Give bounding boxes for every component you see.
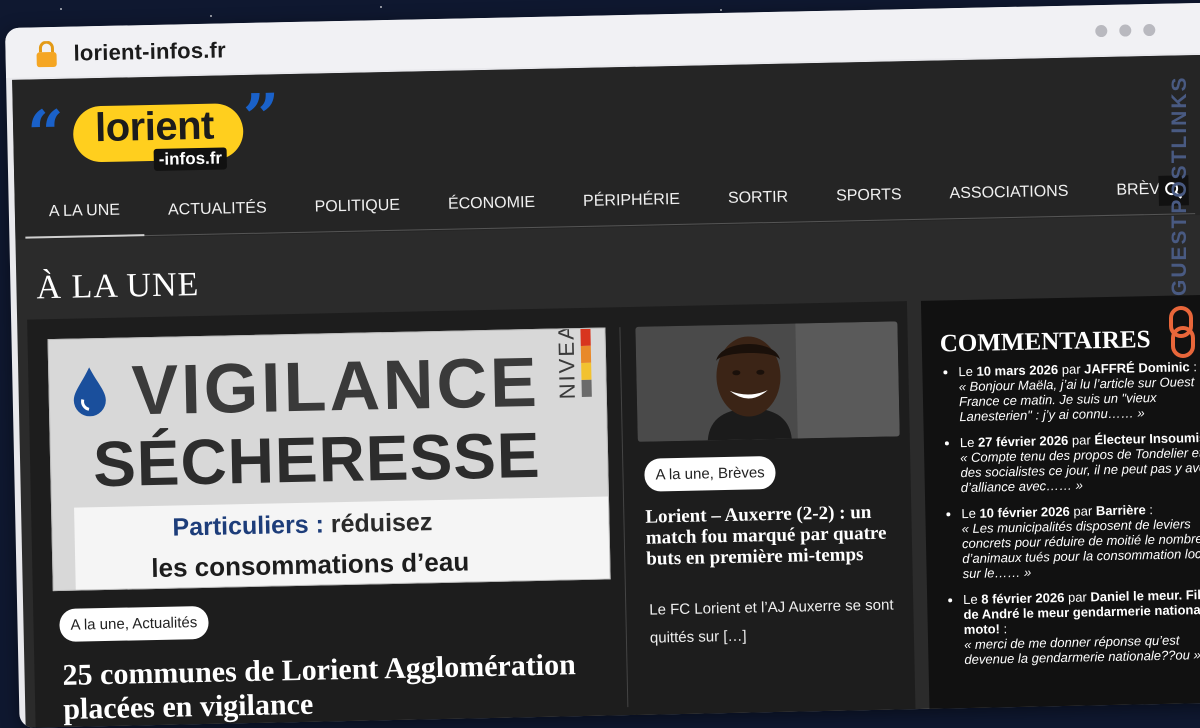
- site-header: “ lorient ” -infos.fr A LA UNE ACTUALITÉ…: [12, 54, 1200, 240]
- section-title: À LA UNE: [36, 265, 200, 307]
- nav-item-peripherie[interactable]: PÉRIPHÉRIE: [559, 175, 705, 226]
- site-logo[interactable]: “ lorient ” -infos.fr: [24, 80, 296, 173]
- image-text-particuliers: Particuliers : réduisez: [172, 508, 432, 542]
- level-yellow: [581, 362, 592, 381]
- level-color-scale: [580, 328, 592, 399]
- nav-item-economie[interactable]: ÉCONOMIE: [424, 178, 560, 229]
- window-dot[interactable]: [1143, 23, 1156, 37]
- window-controls: [1095, 23, 1156, 38]
- comment-by: par: [1061, 361, 1081, 377]
- comment-suffix: :: [1003, 621, 1008, 637]
- featured-article-image[interactable]: VIGILANCE SÉCHERESSE NIVEAU 1 Particulie…: [47, 327, 611, 592]
- comment-by: par: [1073, 503, 1093, 519]
- browser-window: lorient-infos.fr “ lorient ” -infos.fr A…: [5, 2, 1200, 728]
- comment-prefix: Le: [959, 434, 975, 451]
- nav-item-associations[interactable]: ASSOCIATIONS: [925, 167, 1093, 218]
- level-red: [580, 328, 591, 347]
- logo-close-quote: ”: [242, 80, 281, 157]
- nav-item-sortir[interactable]: SORTIR: [703, 173, 812, 223]
- featured-article-tag[interactable]: A la une, Actualités: [59, 605, 209, 642]
- comment-by: par: [1071, 432, 1091, 448]
- comment-excerpt[interactable]: « Compte tenu des propos de Tondelier et…: [960, 445, 1200, 495]
- window-dot[interactable]: [1119, 24, 1132, 37]
- side-article-excerpt: Le FC Lorient et l’AJ Auxerre se sont qu…: [649, 596, 894, 647]
- star: [380, 6, 382, 8]
- comment-prefix: Le: [958, 363, 974, 380]
- player-portrait: [635, 321, 900, 442]
- comment-excerpt[interactable]: « merci de me donner réponse qu’est deve…: [964, 632, 1200, 668]
- logo-sub-text: -infos.fr: [153, 147, 228, 171]
- comment-date[interactable]: 10 mars 2026: [976, 362, 1058, 379]
- star: [60, 8, 62, 10]
- image-text-secheresse: SÉCHERESSE: [92, 418, 542, 501]
- image-text-reduisez: réduisez: [330, 508, 433, 539]
- comment-item: Le 10 mars 2026 par JAFFRÉ Dominic : « B…: [958, 359, 1200, 424]
- comment-by: par: [1067, 589, 1087, 605]
- comment-date[interactable]: 8 février 2026: [981, 590, 1064, 607]
- comment-excerpt[interactable]: « Bonjour Maëla, j’ai lu l’article sur O…: [959, 374, 1200, 424]
- logo-main-text: lorient: [94, 103, 215, 151]
- water-drop-icon: [73, 367, 106, 417]
- side-article-image[interactable]: [635, 321, 900, 442]
- comment-author[interactable]: Barrière: [1096, 502, 1146, 518]
- web-page: “ lorient ” -infos.fr A LA UNE ACTUALITÉ…: [12, 54, 1200, 728]
- star: [210, 15, 212, 17]
- featured-articles: VIGILANCE SÉCHERESSE NIVEAU 1 Particulie…: [27, 301, 916, 728]
- image-text-vigilance: VIGILANCE: [130, 342, 541, 430]
- level-grey: [581, 379, 592, 398]
- comments-title: COMMENTAIRES: [939, 326, 1151, 358]
- comment-suffix: :: [1149, 502, 1154, 518]
- comment-list: Le 10 mars 2026 par JAFFRÉ Dominic : « B…: [944, 359, 1200, 679]
- comments-widget: COMMENTAIRES Le 10 mars 2026 par JAFFRÉ …: [920, 294, 1200, 721]
- guestpostlinks-watermark: GUESTPOSTLINKS: [1168, 60, 1198, 400]
- window-dot[interactable]: [1095, 24, 1108, 38]
- image-text-consommations: les consommations d’eau: [151, 546, 470, 584]
- star: [720, 9, 722, 11]
- main-nav: A LA UNE ACTUALITÉS POLITIQUE ÉCONOMIE P…: [24, 165, 1196, 239]
- nav-item-politique[interactable]: POLITIQUE: [290, 181, 424, 232]
- level-orange: [580, 345, 592, 364]
- nav-item-sports[interactable]: SPORTS: [812, 171, 926, 221]
- watermark-text: GUESTPOSTLINKS: [1168, 75, 1191, 296]
- image-text-niveau: NIVEAU 1: [552, 327, 580, 400]
- comment-prefix: Le: [961, 505, 977, 522]
- comment-item: Le 27 février 2026 par Électeur Insoumis…: [960, 430, 1200, 495]
- comment-item: Le 8 février 2026 par Daniel le meur. Fi…: [963, 587, 1200, 667]
- nav-item-actualites[interactable]: ACTUALITÉS: [144, 184, 292, 235]
- comment-item: Le 10 février 2026 par Barrière : « Les …: [961, 501, 1200, 581]
- logo-open-quote: “: [26, 96, 65, 173]
- comment-prefix: Le: [963, 591, 978, 608]
- image-text-particuliers-label: Particuliers :: [172, 510, 325, 542]
- featured-article-headline[interactable]: 25 communes de Lorient Agglomération pla…: [62, 647, 623, 727]
- link-icon: [1169, 306, 1195, 358]
- address-bar-url[interactable]: lorient-infos.fr: [73, 37, 226, 66]
- side-article-headline[interactable]: Lorient – Auxerre (2-2) : un match fou m…: [645, 501, 906, 570]
- comment-excerpt[interactable]: « Les municipalités disposent de leviers…: [962, 516, 1200, 581]
- nav-item-a-la-une[interactable]: A LA UNE: [24, 186, 145, 239]
- side-article-tag[interactable]: A la une, Brèves: [644, 455, 777, 492]
- lock-icon: [36, 40, 57, 68]
